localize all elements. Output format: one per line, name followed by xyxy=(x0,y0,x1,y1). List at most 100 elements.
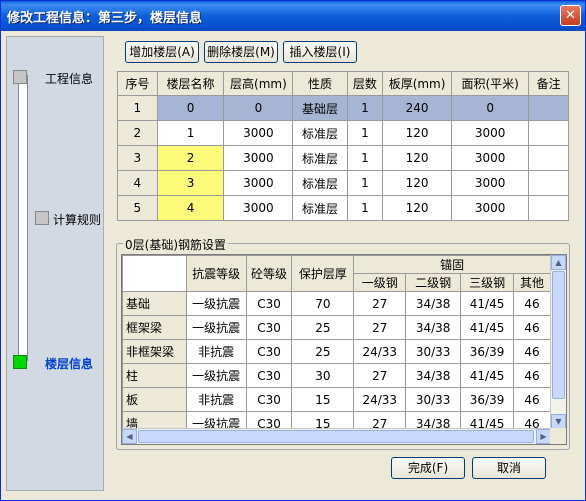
cover-thickness-cell[interactable]: 30 xyxy=(291,363,355,388)
cover-thickness-cell[interactable]: 70 xyxy=(291,291,355,316)
floor-type-cell[interactable]: 标准层 xyxy=(292,195,348,221)
table-row[interactable]: 2 1 3000 标准层 1 120 3000 xyxy=(117,120,569,146)
floor-count-cell[interactable]: 1 xyxy=(346,95,384,121)
anchor-other-cell[interactable]: 46 xyxy=(513,315,551,340)
finish-button[interactable]: 完成(F) xyxy=(391,457,465,479)
floor-height-cell[interactable]: 3000 xyxy=(223,170,294,196)
floor-count-cell[interactable]: 1 xyxy=(346,195,384,221)
anchor-grade3-cell[interactable]: 41/45 xyxy=(460,291,515,316)
column-header[interactable]: 楼层名称 xyxy=(156,71,225,96)
floor-height-cell[interactable]: 3000 xyxy=(223,145,294,171)
column-header[interactable]: 面积(平米) xyxy=(451,71,530,96)
column-header[interactable]: 性质 xyxy=(292,71,348,96)
anchor-grade2-cell[interactable]: 34/38 xyxy=(405,291,462,316)
area-cell[interactable]: 3000 xyxy=(451,120,530,146)
row-number[interactable]: 5 xyxy=(117,195,158,221)
remark-cell[interactable] xyxy=(528,120,569,146)
slab-thickness-cell[interactable]: 240 xyxy=(382,95,453,121)
cover-thickness-cell[interactable]: 25 xyxy=(291,339,355,364)
table-row[interactable]: 柱 一级抗震 C30 30 27 34/38 41/45 46 xyxy=(122,363,551,388)
seismic-grade-cell[interactable]: 非抗震 xyxy=(185,387,247,412)
scroll-right-icon[interactable]: ▶ xyxy=(536,429,551,444)
vertical-scroll-thumb[interactable] xyxy=(552,271,565,399)
seismic-grade-cell[interactable]: 一级抗震 xyxy=(185,291,247,316)
area-cell[interactable]: 0 xyxy=(451,95,530,121)
floor-name-cell[interactable]: 0 xyxy=(156,95,225,121)
insert-floor-button[interactable]: 插入楼层(I) xyxy=(283,41,357,63)
anchor-grade3-cell[interactable]: 36/39 xyxy=(460,387,515,412)
horizontal-scroll-thumb[interactable] xyxy=(138,430,534,443)
row-number[interactable]: 2 xyxy=(117,120,158,146)
horizontal-scrollbar[interactable]: ◀ ▶ xyxy=(122,428,551,444)
anchor-grade2-cell[interactable]: 30/33 xyxy=(405,339,462,364)
concrete-grade-cell[interactable]: C30 xyxy=(245,291,293,316)
anchor-grade3-cell[interactable]: 36/39 xyxy=(460,339,515,364)
cover-thickness-cell[interactable]: 15 xyxy=(291,387,355,412)
table-row[interactable]: 非框架梁 非抗震 C30 25 24/33 30/33 36/39 46 xyxy=(122,339,551,364)
floor-count-cell[interactable]: 1 xyxy=(346,170,384,196)
table-row[interactable]: 3 2 3000 标准层 1 120 3000 xyxy=(117,145,569,171)
remark-cell[interactable] xyxy=(528,170,569,196)
table-row[interactable]: 1 0 0 基础层 1 240 0 xyxy=(117,95,569,121)
slab-thickness-cell[interactable]: 120 xyxy=(382,195,453,221)
anchor-grade3-cell[interactable]: 41/45 xyxy=(460,315,515,340)
table-row[interactable]: 5 4 3000 标准层 1 120 3000 xyxy=(117,195,569,221)
seismic-grade-cell[interactable]: 一级抗震 xyxy=(185,315,247,340)
floor-type-cell[interactable]: 标准层 xyxy=(292,145,348,171)
column-header[interactable]: 层高(mm) xyxy=(223,71,294,96)
title-bar[interactable]: 修改工程信息：第三步，楼层信息 ✕ xyxy=(1,1,585,31)
row-number[interactable]: 3 xyxy=(117,145,158,171)
delete-floor-button[interactable]: 删除楼层(M) xyxy=(204,41,278,63)
column-header[interactable]: 一级钢 xyxy=(353,273,407,292)
scroll-left-icon[interactable]: ◀ xyxy=(122,429,137,444)
floor-name-cell[interactable]: 2 xyxy=(156,145,225,171)
anchor-grade1-cell[interactable]: 27 xyxy=(353,315,407,340)
column-header[interactable]: 其他 xyxy=(513,273,551,292)
row-number[interactable]: 4 xyxy=(117,170,158,196)
anchor-grade2-cell[interactable]: 34/38 xyxy=(405,363,462,388)
column-header[interactable]: 板厚(mm) xyxy=(382,71,453,96)
column-header[interactable]: 锚固 xyxy=(353,255,551,274)
slab-thickness-cell[interactable]: 120 xyxy=(382,170,453,196)
table-row[interactable]: 框架梁 一级抗震 C30 25 27 34/38 41/45 46 xyxy=(122,315,551,340)
floor-count-cell[interactable]: 1 xyxy=(346,145,384,171)
anchor-other-cell[interactable]: 46 xyxy=(513,387,551,412)
floor-type-cell[interactable]: 标准层 xyxy=(292,170,348,196)
column-header[interactable]: 序号 xyxy=(117,71,158,96)
floor-height-cell[interactable]: 3000 xyxy=(223,195,294,221)
anchor-grade3-cell[interactable]: 41/45 xyxy=(460,363,515,388)
concrete-grade-cell[interactable]: C30 xyxy=(245,387,293,412)
remark-cell[interactable] xyxy=(528,195,569,221)
concrete-grade-cell[interactable]: C30 xyxy=(245,315,293,340)
add-floor-button[interactable]: 增加楼层(A) xyxy=(125,41,199,63)
area-cell[interactable]: 3000 xyxy=(451,170,530,196)
floor-height-cell[interactable]: 3000 xyxy=(223,120,294,146)
anchor-grade1-cell[interactable]: 27 xyxy=(353,291,407,316)
anchor-other-cell[interactable]: 46 xyxy=(513,363,551,388)
floor-name-cell[interactable]: 1 xyxy=(156,120,225,146)
slab-thickness-cell[interactable]: 120 xyxy=(382,145,453,171)
floor-height-cell[interactable]: 0 xyxy=(223,95,294,121)
floor-name-cell[interactable]: 3 xyxy=(156,170,225,196)
floor-name-cell[interactable]: 4 xyxy=(156,195,225,221)
floor-count-cell[interactable]: 1 xyxy=(346,120,384,146)
table-row[interactable]: 基础 一级抗震 C30 70 27 34/38 41/45 46 xyxy=(122,291,551,316)
column-header[interactable]: 砼等级 xyxy=(245,255,293,292)
anchor-grade2-cell[interactable]: 30/33 xyxy=(405,387,462,412)
row-number[interactable]: 1 xyxy=(117,95,158,121)
area-cell[interactable]: 3000 xyxy=(451,195,530,221)
anchor-grade1-cell[interactable]: 24/33 xyxy=(353,339,407,364)
anchor-other-cell[interactable]: 46 xyxy=(513,291,551,316)
floor-type-cell[interactable]: 标准层 xyxy=(292,120,348,146)
seismic-grade-cell[interactable]: 非抗震 xyxy=(185,339,247,364)
close-button[interactable]: ✕ xyxy=(560,5,581,26)
slab-thickness-cell[interactable]: 120 xyxy=(382,120,453,146)
scroll-down-icon[interactable]: ▼ xyxy=(551,414,566,429)
seismic-grade-cell[interactable]: 一级抗震 xyxy=(185,363,247,388)
anchor-other-cell[interactable]: 46 xyxy=(513,339,551,364)
concrete-grade-cell[interactable]: C30 xyxy=(245,339,293,364)
anchor-grade1-cell[interactable]: 24/33 xyxy=(353,387,407,412)
scroll-up-icon[interactable]: ▲ xyxy=(551,255,566,270)
table-row[interactable]: 4 3 3000 标准层 1 120 3000 xyxy=(117,170,569,196)
remark-cell[interactable] xyxy=(528,95,569,121)
